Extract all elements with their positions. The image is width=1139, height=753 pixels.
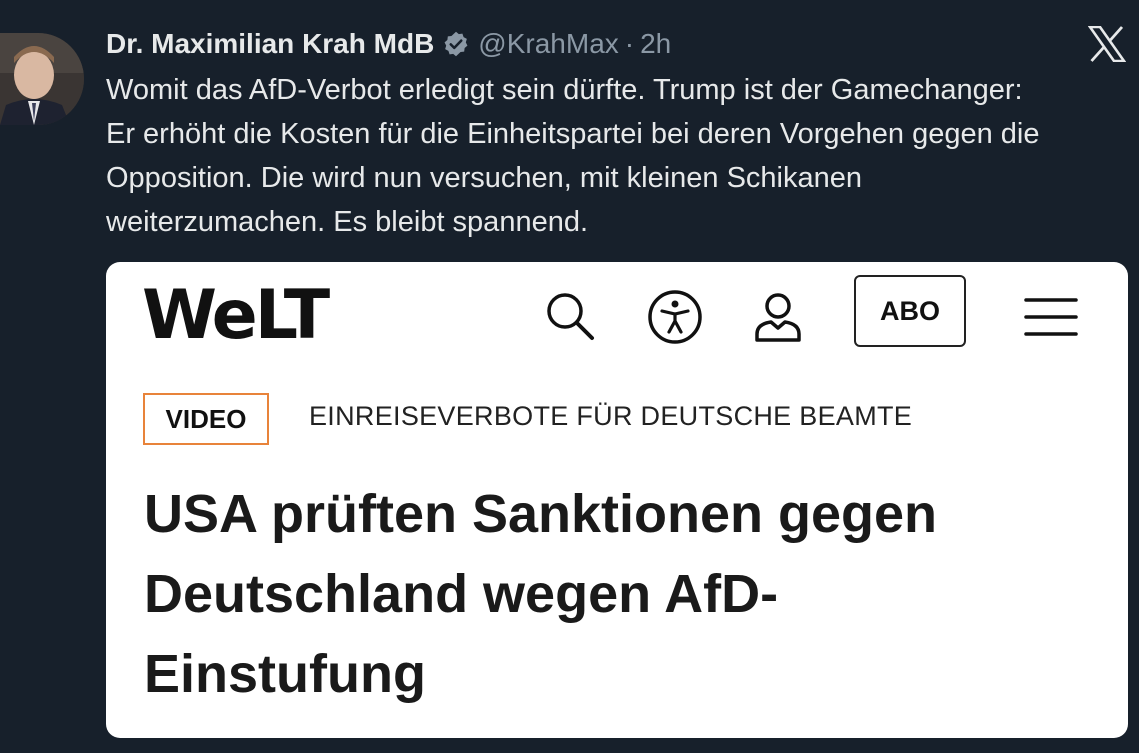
separator-dot: ·	[624, 28, 635, 59]
abo-button[interactable]: ABO	[854, 275, 966, 347]
handle[interactable]: @KrahMax	[478, 28, 618, 60]
media-card[interactable]: WeLT ABO VIDEO EINREISEVERBOTE FÜR DEUTS…	[106, 262, 1128, 738]
headline-line: USA prüften Sanktionen gegen	[144, 484, 938, 544]
x-logo-icon[interactable]	[1087, 25, 1127, 63]
search-icon[interactable]	[542, 288, 600, 346]
menu-icon[interactable]	[1022, 288, 1080, 346]
accessibility-icon[interactable]	[646, 288, 704, 346]
article-kicker: EINREISEVERBOTE FÜR DEUTSCHE BEAMTE	[309, 401, 913, 431]
display-name[interactable]: Dr. Maximilian Krah MdB	[106, 28, 434, 60]
user-icon[interactable]	[749, 288, 807, 346]
tweet-header: Dr. Maximilian Krah MdB @KrahMax · 2h	[106, 24, 671, 64]
tweet-text-line: Womit das AfD-Verbot erledigt sein dürft…	[106, 74, 1023, 106]
tweet-text-line: Opposition. Die wird nun versuchen, mit …	[106, 162, 863, 194]
tweet-text-line: Er erhöht die Kosten für die Einheitspar…	[106, 118, 1040, 150]
tweet-text-line: weiterzumachen. Es bleibt spannend.	[106, 206, 589, 238]
article-headline[interactable]: USA prüften Sanktionen gegen Deutschland…	[144, 474, 1104, 714]
headline-line: Einstufung	[144, 644, 426, 704]
headline-line: Deutschland wegen AfD-	[144, 564, 779, 624]
timestamp[interactable]: 2h	[640, 28, 671, 60]
avatar[interactable]	[0, 33, 84, 125]
video-badge: VIDEO	[143, 393, 269, 445]
welt-logo: WeLT	[142, 276, 330, 355]
tweet-text: Womit das AfD-Verbot erledigt sein dürft…	[106, 68, 1136, 244]
verified-icon	[442, 30, 470, 58]
